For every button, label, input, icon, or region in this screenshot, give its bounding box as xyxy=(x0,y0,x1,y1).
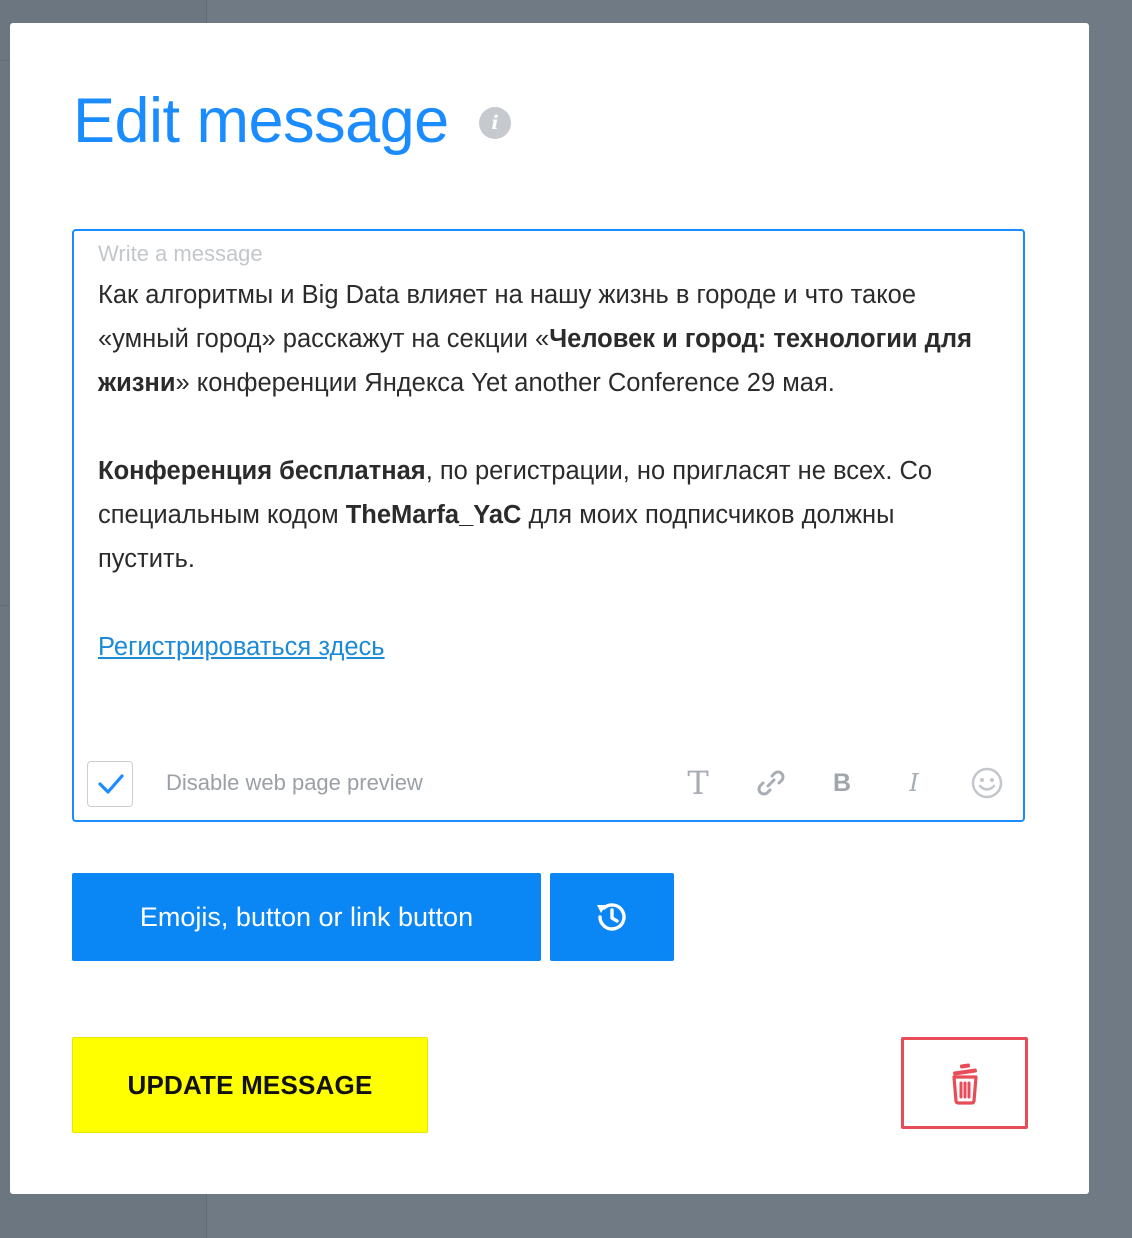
promo-code: TheMarfa_YaC xyxy=(345,501,522,529)
dialog-title: Edit message xyxy=(73,86,449,156)
message-paragraph: Конференция бесплатная, по регистрации, … xyxy=(98,449,998,581)
trash-icon xyxy=(952,1063,978,1105)
edit-message-dialog: Edit message i Write a message Как алгор… xyxy=(10,23,1089,1194)
message-text[interactable]: Как алгоритмы и Big Data влияет на нашу … xyxy=(98,273,998,669)
link-icon[interactable] xyxy=(753,765,789,801)
disable-preview-checkbox[interactable] xyxy=(87,761,133,807)
history-button[interactable] xyxy=(550,873,674,961)
message-text-run: » конференции Яндекса Yet another Confer… xyxy=(175,369,835,397)
info-icon[interactable]: i xyxy=(479,107,511,139)
disable-preview-label[interactable]: Disable web page preview xyxy=(166,770,423,796)
bold-icon[interactable]: B xyxy=(824,765,860,801)
register-link[interactable]: Регистрироваться здесь xyxy=(98,633,385,661)
delete-button[interactable] xyxy=(901,1037,1028,1129)
emojis-button[interactable]: Emojis, button or link button xyxy=(72,873,541,961)
history-icon xyxy=(597,903,626,931)
emoji-icon[interactable] xyxy=(969,765,1005,801)
update-message-button[interactable]: UPDATE MESSAGE xyxy=(72,1037,428,1133)
checkmark-icon xyxy=(98,774,124,794)
italic-icon[interactable]: I xyxy=(896,765,932,801)
text-format-icon[interactable]: T xyxy=(680,765,716,801)
message-paragraph: Регистрироваться здесь xyxy=(98,625,998,669)
message-bold-run: Конференция бесплатная xyxy=(98,457,426,485)
message-editor[interactable]: Write a message Как алгоритмы и Big Data… xyxy=(72,229,1025,822)
message-paragraph: Как алгоритмы и Big Data влияет на нашу … xyxy=(98,273,998,405)
message-placeholder: Write a message xyxy=(98,241,263,266)
